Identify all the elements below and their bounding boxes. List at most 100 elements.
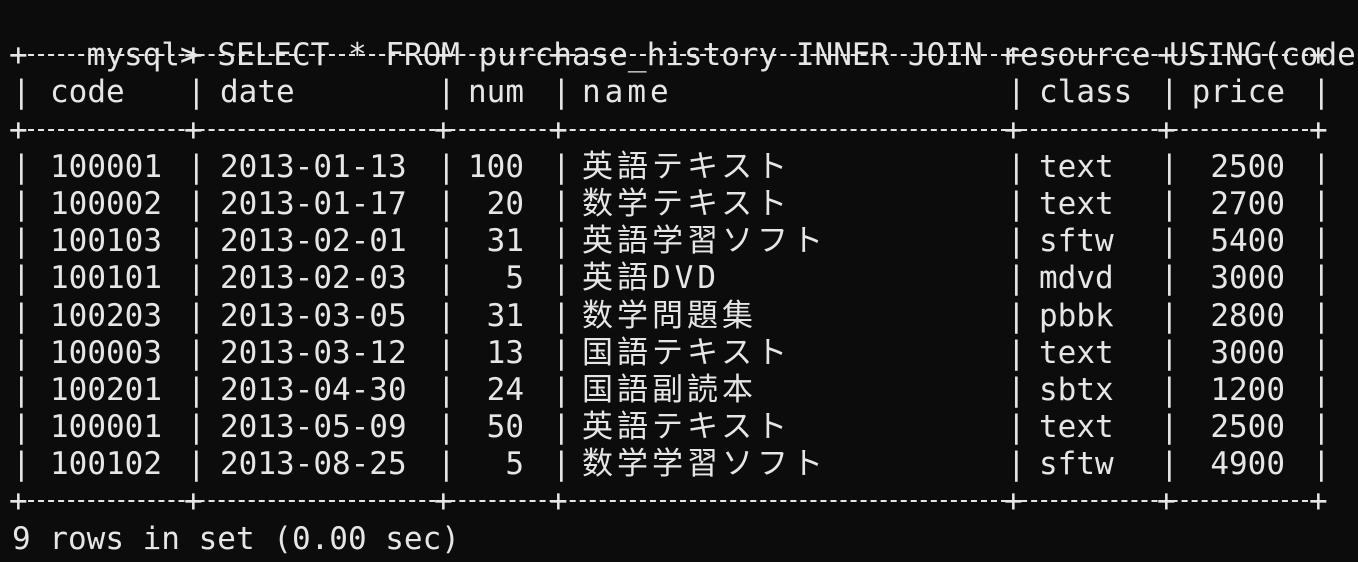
column-divider: |: [437, 148, 456, 185]
column-header-date: date: [220, 74, 295, 111]
column-divider: |: [437, 409, 456, 446]
table-row: | | | | | | | 100003 2013-03-12 13 国語テキスト text 3000: [12, 335, 1352, 372]
column-header-num: num: [468, 74, 524, 111]
column-divider: |: [552, 446, 571, 483]
column-divider: |: [552, 148, 571, 185]
table-row: | | | | | | | 100102 2013-08-25 5 数学学習ソフト sftw 4900: [12, 446, 1352, 483]
column-divider: |: [1312, 297, 1331, 334]
column-divider: |: [187, 446, 206, 483]
column-divider: |: [187, 260, 206, 297]
column-divider: |: [1312, 260, 1331, 297]
column-divider: |: [1007, 148, 1026, 185]
column-divider: |: [1160, 185, 1179, 222]
cell-class: sftw: [1039, 223, 1114, 260]
cell-price: 3000: [1210, 334, 1285, 371]
cell-code: 100201: [50, 371, 162, 408]
cell-date: 2013-01-13: [220, 148, 407, 185]
cell-price: 1200: [1210, 371, 1285, 408]
command-line: mysql> SELECT * FROM purchase_history IN…: [12, 0, 1358, 73]
column-divider: |: [1160, 260, 1179, 297]
column-divider: |: [1007, 185, 1026, 222]
table-row: | | | | | | | 100201 2013-04-30 24 国語副読本 sbtx 1200: [12, 372, 1352, 409]
cell-num: 100: [468, 148, 524, 185]
column-divider: |: [187, 74, 206, 111]
column-divider: |: [1312, 185, 1331, 222]
cell-price: 3000: [1210, 260, 1285, 297]
result-footer: 9 rows in set (0.00 sec): [12, 520, 460, 557]
column-divider: |: [1007, 446, 1026, 483]
cell-class: text: [1039, 148, 1114, 185]
table-row: | | | | | | | 100001 2013-05-09 50 英語テキスト text 2500: [12, 409, 1352, 446]
cell-name: 英語学習ソフト: [582, 223, 827, 260]
column-header-name: name: [582, 74, 673, 111]
column-divider: |: [1312, 223, 1331, 260]
cell-date: 2013-04-30: [220, 371, 407, 408]
column-divider: |: [12, 297, 31, 334]
column-divider: |: [12, 148, 31, 185]
cell-num: 31: [486, 297, 524, 334]
column-divider: |: [1007, 223, 1026, 260]
column-divider: |: [437, 297, 456, 334]
cell-name: 国語テキスト: [582, 334, 792, 371]
column-divider: |: [1312, 446, 1331, 483]
column-divider: |: [12, 223, 31, 260]
column-divider: |: [1160, 223, 1179, 260]
column-divider: |: [552, 334, 571, 371]
cell-price: 2800: [1210, 297, 1285, 334]
cell-date: 2013-01-17: [220, 185, 407, 222]
column-divider: |: [1007, 371, 1026, 408]
column-divider: |: [187, 371, 206, 408]
column-divider: |: [1007, 74, 1026, 111]
cell-class: text: [1039, 334, 1114, 371]
cell-name: 数学テキスト: [582, 185, 792, 222]
cell-date: 2013-05-09: [220, 409, 407, 446]
cell-date: 2013-02-03: [220, 260, 407, 297]
column-divider: |: [437, 446, 456, 483]
column-divider: |: [437, 185, 456, 222]
table-row: | | | | | | | 100002 2013-01-17 20 数学テキスト text 2700: [12, 186, 1352, 223]
cell-price: 2700: [1210, 185, 1285, 222]
cell-name: 国語副読本: [582, 371, 757, 408]
cell-num: 31: [486, 223, 524, 260]
cell-class: text: [1039, 185, 1114, 222]
terminal-window[interactable]: mysql> SELECT * FROM purchase_history IN…: [9, 0, 1358, 558]
cell-code: 100102: [50, 446, 162, 483]
cell-num: 20: [486, 185, 524, 222]
cell-class: pbbk: [1039, 297, 1114, 334]
table-border-mid: + + + + + + +: [9, 111, 1328, 148]
column-divider: |: [437, 74, 456, 111]
cell-code: 100103: [50, 223, 162, 260]
cell-class: sftw: [1039, 446, 1114, 483]
cell-code: 100001: [50, 409, 162, 446]
cell-num: 24: [486, 371, 524, 408]
cell-price: 4900: [1210, 446, 1285, 483]
table-row: | | | | | | | 100101 2013-02-03 5 英語DVD mdvd 3000: [12, 260, 1352, 297]
cell-num: 13: [486, 334, 524, 371]
column-divider: |: [552, 409, 571, 446]
column-divider: |: [12, 409, 31, 446]
column-divider: |: [187, 409, 206, 446]
column-divider: |: [552, 297, 571, 334]
column-divider: |: [552, 74, 571, 111]
column-divider: |: [187, 223, 206, 260]
column-divider: |: [1160, 371, 1179, 408]
column-divider: |: [1312, 409, 1331, 446]
cell-class: mdvd: [1039, 260, 1114, 297]
column-header-price: price: [1191, 74, 1285, 111]
column-divider: |: [1160, 334, 1179, 371]
column-divider: |: [552, 223, 571, 260]
column-divider: |: [1312, 334, 1331, 371]
column-divider: |: [187, 148, 206, 185]
column-divider: |: [1007, 297, 1026, 334]
table-border-bottom: + + + + + + +: [9, 483, 1328, 520]
cell-class: text: [1039, 409, 1114, 446]
column-divider: |: [1312, 371, 1331, 408]
column-divider: |: [187, 334, 206, 371]
cell-code: 100203: [50, 297, 162, 334]
column-divider: |: [12, 371, 31, 408]
cell-price: 2500: [1210, 409, 1285, 446]
column-divider: |: [1312, 74, 1331, 111]
column-divider: |: [1007, 409, 1026, 446]
cell-price: 5400: [1210, 223, 1285, 260]
column-divider: |: [1007, 334, 1026, 371]
